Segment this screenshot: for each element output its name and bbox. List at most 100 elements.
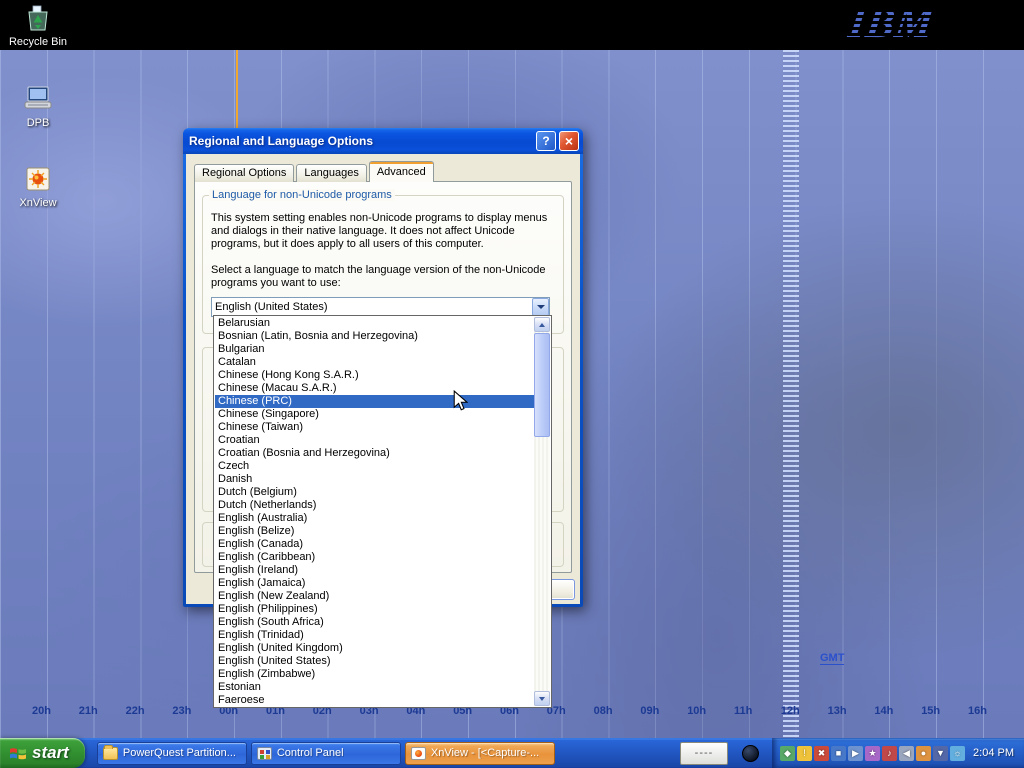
language-option[interactable]: Danish: [215, 473, 534, 486]
gmt-label: GMT: [820, 652, 844, 665]
language-combobox[interactable]: English (United States): [211, 297, 550, 317]
hour-label: 23h: [172, 705, 191, 717]
time-marker-line: [236, 50, 238, 128]
language-option[interactable]: Dutch (Netherlands): [215, 499, 534, 512]
tray-icons: ◆!✖■▶★♪◀●▼☼: [780, 746, 965, 761]
combobox-dropdown-button[interactable]: [532, 298, 549, 316]
language-option[interactable]: English (Australia): [215, 512, 534, 525]
taskbar: start PowerQuest Partition... Control Pa…: [0, 738, 1024, 768]
windows-flag-icon: [9, 745, 27, 761]
hour-label: 09h: [640, 705, 659, 717]
task-label: XnView - [<Capture-...: [431, 747, 539, 759]
ibm-logo: IBM: [846, 0, 937, 48]
mouse-cursor: [453, 390, 468, 413]
color-profile-icon[interactable]: ★: [865, 746, 880, 761]
language-option[interactable]: Croatian: [215, 434, 534, 447]
taskbar-task-button[interactable]: Control Panel: [251, 742, 401, 765]
listbox-scrollbar[interactable]: [534, 317, 550, 706]
hour-label: 14h: [874, 705, 893, 717]
start-button[interactable]: start: [0, 738, 85, 768]
status-indicator-icon[interactable]: [742, 745, 759, 762]
language-option[interactable]: Catalan: [215, 356, 534, 369]
taskbar-task-button[interactable]: PowerQuest Partition...: [97, 742, 247, 765]
xnview-label: XnView: [19, 197, 56, 209]
language-option[interactable]: Bulgarian: [215, 343, 534, 356]
antivirus-status-icon[interactable]: ✖: [814, 746, 829, 761]
graphics-settings-icon[interactable]: ■: [831, 746, 846, 761]
language-option[interactable]: Estonian: [215, 681, 534, 694]
tab[interactable]: Regional Options: [194, 164, 294, 182]
recycle-bin-glyph: [23, 3, 53, 33]
desktop: IBM GMT 20h21h22h23h00h01h02h03h04h05h06…: [0, 0, 1024, 768]
language-option[interactable]: Chinese (PRC): [215, 395, 534, 408]
network-status-icon[interactable]: ▶: [848, 746, 863, 761]
taskbar-clock[interactable]: 2:04 PM: [973, 747, 1014, 759]
help-button[interactable]: ?: [536, 131, 556, 151]
tab[interactable]: Advanced: [369, 161, 434, 182]
language-option[interactable]: Bosnian (Latin, Bosnia and Herzegovina): [215, 330, 534, 343]
scrollbar-thumb[interactable]: [534, 333, 550, 437]
safely-remove-hardware-icon[interactable]: ◆: [780, 746, 795, 761]
group-title: Language for non-Unicode programs: [209, 189, 395, 201]
volume-icon[interactable]: ◀: [899, 746, 914, 761]
description-text: This system setting enables non-Unicode …: [211, 212, 553, 251]
language-option[interactable]: English (United States): [215, 655, 534, 668]
hour-label: 16h: [968, 705, 987, 717]
dpb-icon[interactable]: DPB: [2, 84, 74, 129]
top-banner: IBM: [0, 0, 1024, 50]
language-option[interactable]: English (United Kingdom): [215, 642, 534, 655]
close-button[interactable]: ×: [559, 131, 579, 151]
scroll-down-button[interactable]: [534, 691, 550, 706]
language-option[interactable]: Belarusian: [215, 317, 534, 330]
hour-label: 12h: [781, 705, 800, 717]
language-option[interactable]: English (Ireland): [215, 564, 534, 577]
task-label: Control Panel: [277, 747, 344, 759]
language-option[interactable]: Czech: [215, 460, 534, 473]
taskbar-indicator: [728, 745, 772, 762]
dialog-titlebar[interactable]: Regional and Language Options ? ×: [183, 128, 583, 154]
chevron-down-icon: [537, 305, 545, 309]
scroll-up-button[interactable]: [534, 317, 550, 332]
language-option[interactable]: English (Jamaica): [215, 577, 534, 590]
taskbar-task-button[interactable]: XnView - [<Capture-...: [405, 742, 555, 765]
language-option[interactable]: Chinese (Hong Kong S.A.R.): [215, 369, 534, 382]
language-option[interactable]: English (Zimbabwe): [215, 668, 534, 681]
language-option[interactable]: English (Canada): [215, 538, 534, 551]
language-option[interactable]: Dutch (Belgium): [215, 486, 534, 499]
task-buttons: PowerQuest Partition... Control Panel Xn…: [97, 742, 555, 765]
updates-icon[interactable]: ☼: [950, 746, 965, 761]
task-scheduler-icon[interactable]: ●: [916, 746, 931, 761]
language-option[interactable]: English (New Zealand): [215, 590, 534, 603]
language-option[interactable]: English (Trinidad): [215, 629, 534, 642]
task-icon: [411, 747, 426, 760]
task-icon: [103, 747, 118, 760]
language-option[interactable]: English (Belize): [215, 525, 534, 538]
tab[interactable]: Languages: [296, 164, 366, 182]
volume-muted-icon[interactable]: ♪: [882, 746, 897, 761]
language-option[interactable]: Chinese (Taiwan): [215, 421, 534, 434]
language-option[interactable]: English (South Africa): [215, 616, 534, 629]
ups-status-icon[interactable]: ▼: [933, 746, 948, 761]
language-option[interactable]: Chinese (Singapore): [215, 408, 534, 421]
recycle-bin-label: Recycle Bin: [9, 36, 67, 48]
language-listbox: BelarusianBosnian (Latin, Bosnia and Her…: [213, 315, 552, 708]
language-option[interactable]: Croatian (Bosnia and Herzegovina): [215, 447, 534, 460]
hour-label: 15h: [921, 705, 940, 717]
toolbar-divider-button[interactable]: ----: [680, 742, 728, 765]
hour-label: 21h: [79, 705, 98, 717]
security-center-icon[interactable]: !: [797, 746, 812, 761]
language-option[interactable]: English (Philippines): [215, 603, 534, 616]
xnview-icon[interactable]: XnView: [2, 164, 74, 209]
non-unicode-group: Language for non-Unicode programs This s…: [202, 195, 564, 334]
language-option[interactable]: Faeroese: [215, 694, 534, 706]
language-option[interactable]: English (Caribbean): [215, 551, 534, 564]
dialog-title: Regional and Language Options: [189, 134, 533, 148]
language-option[interactable]: Chinese (Macau S.A.R.): [215, 382, 534, 395]
arrow-down-icon: [539, 697, 545, 701]
recycle-bin-icon[interactable]: Recycle Bin: [2, 3, 74, 48]
dpb-label: DPB: [27, 117, 50, 129]
start-label: start: [32, 743, 69, 763]
system-tray: ◆!✖■▶★♪◀●▼☼ 2:04 PM: [772, 738, 1024, 768]
hour-label: 20h: [32, 705, 51, 717]
hour-label: 10h: [687, 705, 706, 717]
